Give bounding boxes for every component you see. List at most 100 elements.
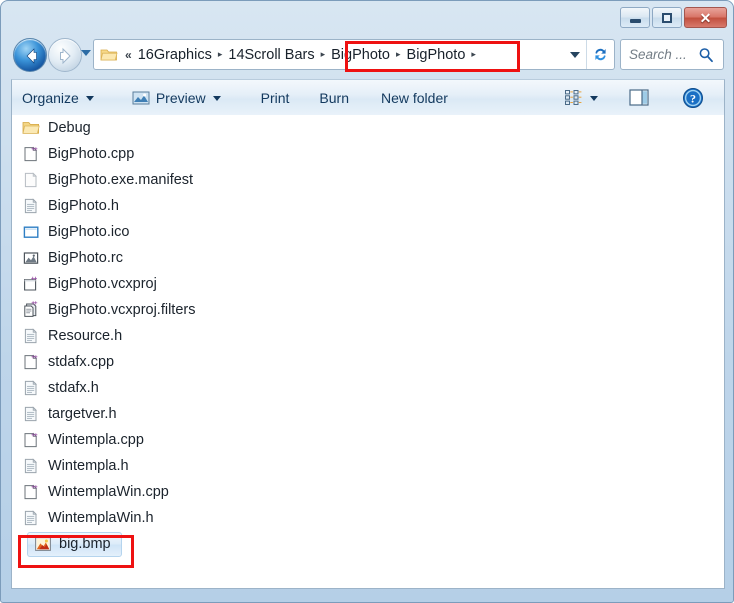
- svg-text:+: +: [34, 147, 38, 153]
- chevron-down-icon: [212, 96, 221, 101]
- header-file-icon: [24, 328, 37, 344]
- folder-icon: [100, 49, 118, 60]
- svg-text:+: +: [34, 485, 38, 491]
- list-item[interactable]: + + BigPhoto.vcxproj.filters: [12, 297, 724, 323]
- rc-file-icon: [23, 252, 39, 264]
- maximize-button[interactable]: [652, 7, 682, 28]
- preview-pane-icon: [629, 89, 649, 106]
- list-item[interactable]: Resource.h: [12, 323, 724, 349]
- new-folder-button[interactable]: New folder: [373, 85, 456, 111]
- refresh-icon: [595, 48, 606, 61]
- ico-file-icon: [23, 226, 39, 238]
- list-item[interactable]: BigPhoto.ico: [12, 219, 724, 245]
- breadcrumb-separator[interactable]: ▸: [218, 49, 223, 60]
- change-view-icon: [565, 90, 582, 106]
- list-item-label: BigPhoto.exe.manifest: [48, 172, 194, 188]
- list-item[interactable]: BigPhoto.h: [12, 193, 724, 219]
- forward-arrow-icon: [60, 47, 71, 65]
- list-item-label: BigPhoto.ico: [48, 224, 130, 240]
- chevron-down-icon: [85, 96, 94, 101]
- organize-label: Organize: [22, 89, 79, 106]
- list-item-label: big.bmp: [59, 536, 111, 552]
- preview-label: Preview: [155, 89, 206, 106]
- header-file-icon: [24, 510, 37, 526]
- preview-button[interactable]: Preview: [124, 85, 229, 111]
- change-view-button[interactable]: [556, 85, 606, 111]
- preview-image-icon: [132, 91, 150, 104]
- list-item[interactable]: + + BigPhoto.cpp: [12, 141, 724, 167]
- header-file-icon: [24, 380, 37, 396]
- list-item-label: BigPhoto.vcxproj: [48, 276, 157, 292]
- list-item-label: Wintempla.cpp: [48, 432, 144, 448]
- cpp-file-icon: + +: [24, 432, 38, 448]
- list-item[interactable]: targetver.h: [12, 401, 724, 427]
- file-list[interactable]: Debug + + BigPhoto.cpp BigPhoto.exe.manif…: [11, 115, 725, 589]
- list-item[interactable]: + + WintemplaWin.cpp: [12, 479, 724, 505]
- cpp-file-icon: + +: [24, 484, 38, 500]
- recent-pages-button[interactable]: [81, 50, 91, 56]
- list-item-selected[interactable]: big.bmp: [17, 531, 724, 557]
- list-item[interactable]: + + BigPhoto.vcxproj: [12, 271, 724, 297]
- cpp-file-icon: + +: [24, 354, 38, 370]
- print-button[interactable]: Print: [253, 85, 298, 111]
- refresh-button[interactable]: [586, 40, 614, 69]
- minimize-icon: [629, 18, 641, 23]
- breadcrumb-item-bigphoto-current[interactable]: BigPhoto: [404, 45, 469, 65]
- cpp-file-icon: + +: [24, 146, 38, 162]
- list-item-label: Debug: [48, 120, 91, 136]
- list-item[interactable]: + + Wintempla.cpp: [12, 427, 724, 453]
- forward-button[interactable]: [48, 38, 82, 72]
- organize-button[interactable]: Organize: [14, 85, 102, 111]
- svg-text:+: +: [34, 433, 38, 439]
- address-bar[interactable]: « 16Graphics ▸ 14Scroll Bars ▸ BigPhoto …: [93, 39, 615, 70]
- minimize-button[interactable]: [620, 7, 650, 28]
- list-item-label: BigPhoto.cpp: [48, 146, 135, 162]
- close-icon: ✕: [699, 9, 712, 26]
- breadcrumb-separator[interactable]: ▸: [471, 49, 476, 60]
- print-label: Print: [260, 89, 290, 106]
- list-item-label: BigPhoto.h: [48, 198, 119, 214]
- list-item[interactable]: Wintempla.h: [12, 453, 724, 479]
- list-item[interactable]: stdafx.h: [12, 375, 724, 401]
- list-item[interactable]: BigPhoto.rc: [12, 245, 724, 271]
- list-item-label: WintemplaWin.cpp: [48, 484, 169, 500]
- list-item-label: stdafx.h: [48, 380, 99, 396]
- list-item-label: BigPhoto.vcxproj.filters: [48, 302, 196, 318]
- list-item[interactable]: BigPhoto.exe.manifest: [12, 167, 724, 193]
- back-button[interactable]: [13, 38, 47, 72]
- bitmap-file-icon: [35, 537, 51, 551]
- list-item[interactable]: Debug: [12, 115, 724, 141]
- back-arrow-icon: [26, 48, 37, 64]
- breadcrumb-item-bigphoto-parent[interactable]: BigPhoto: [328, 45, 393, 65]
- list-item-label: Wintempla.h: [48, 458, 129, 474]
- help-icon: ?: [683, 87, 703, 108]
- close-button[interactable]: ✕: [684, 7, 727, 28]
- breadcrumb-item-16graphics[interactable]: 16Graphics: [135, 45, 215, 65]
- breadcrumb-item-14scroll-bars[interactable]: 14Scroll Bars: [225, 45, 317, 65]
- chevron-down-icon: [570, 51, 580, 58]
- breadcrumb-separator[interactable]: ▸: [396, 49, 401, 60]
- vcxproj-filters-file-icon: + +: [24, 301, 38, 317]
- breadcrumb-separator[interactable]: ▸: [321, 49, 326, 60]
- search-input[interactable]: Search ...: [629, 47, 697, 62]
- help-button[interactable]: ?: [674, 85, 712, 111]
- list-item-label: stdafx.cpp: [48, 354, 115, 370]
- header-file-icon: [24, 198, 37, 214]
- header-file-icon: [24, 406, 37, 422]
- search-icon[interactable]: [697, 46, 715, 64]
- burn-label: Burn: [319, 89, 349, 106]
- explorer-window: ✕ « 16Graphics ▸ 14Scroll Bars ▸ BigPhot…: [0, 0, 734, 603]
- chevron-down-icon: [590, 96, 598, 101]
- address-history-dropdown[interactable]: [564, 40, 586, 69]
- burn-button[interactable]: Burn: [311, 85, 357, 111]
- list-item[interactable]: + + stdafx.cpp: [12, 349, 724, 375]
- breadcrumb-overflow[interactable]: «: [125, 48, 132, 62]
- title-bar[interactable]: ✕: [1, 1, 733, 33]
- search-box[interactable]: Search ...: [620, 39, 724, 70]
- preview-pane-button[interactable]: [620, 85, 658, 111]
- folder-icon: [22, 122, 40, 134]
- list-item[interactable]: WintemplaWin.h: [12, 505, 724, 531]
- selection-highlight: big.bmp: [27, 531, 122, 557]
- command-toolbar: Organize Preview Print Burn New folder ?: [11, 79, 725, 115]
- list-item-label: WintemplaWin.h: [48, 510, 154, 526]
